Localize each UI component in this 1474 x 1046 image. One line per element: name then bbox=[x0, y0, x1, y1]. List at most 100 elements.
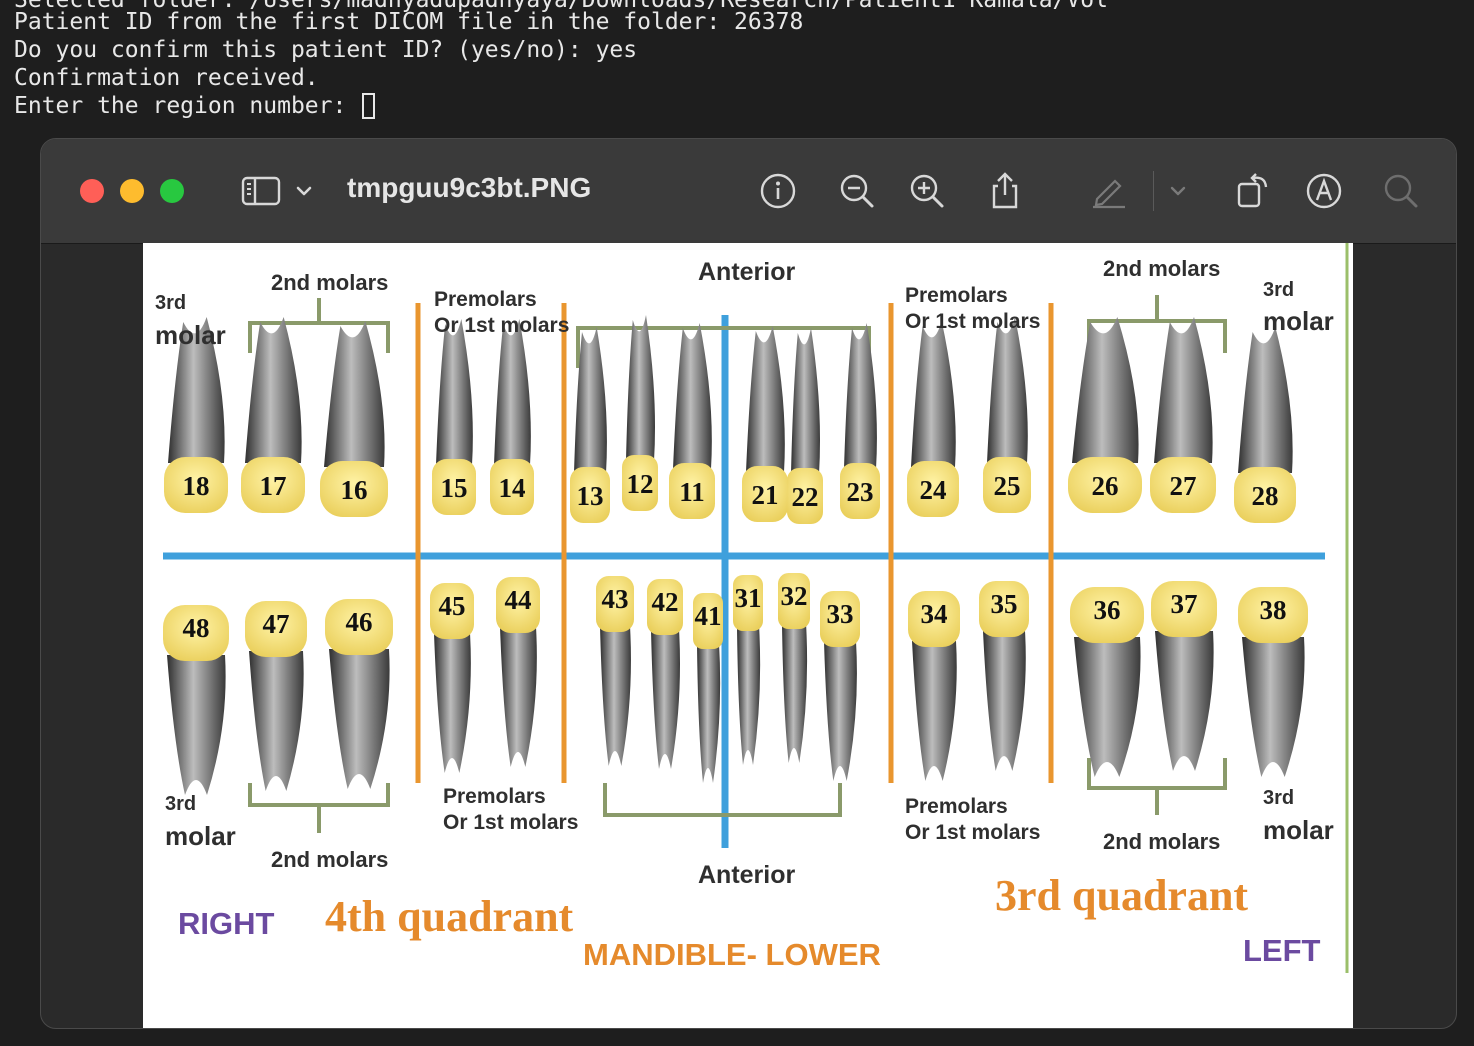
tooth-root bbox=[245, 317, 302, 463]
tooth-number: 42 bbox=[652, 587, 679, 617]
tooth-number: 44 bbox=[505, 585, 532, 615]
tooth-lower-31: 31 bbox=[733, 575, 763, 765]
tooth-number: 47 bbox=[263, 609, 290, 639]
tooth-number: 21 bbox=[752, 480, 779, 510]
label-lower-premolars-left-a: Premolars bbox=[905, 795, 1008, 818]
close-button[interactable] bbox=[80, 179, 104, 203]
tooth-upper-28: 28 bbox=[1234, 327, 1296, 523]
label-upper-right-molar3-b: molar bbox=[155, 320, 226, 350]
tooth-number: 14 bbox=[499, 473, 526, 503]
tooth-root bbox=[1242, 637, 1305, 777]
tooth-number: 27 bbox=[1170, 471, 1197, 501]
tooth-number: 46 bbox=[346, 607, 373, 637]
tooth-number: 18 bbox=[183, 471, 210, 501]
toolbar-separator bbox=[1153, 171, 1154, 211]
tooth-lower-43: 43 bbox=[596, 576, 634, 766]
tooth-root bbox=[673, 323, 712, 469]
terminal-line-received: Confirmation received. bbox=[14, 65, 319, 91]
tooth-lower-42: 42 bbox=[647, 579, 683, 769]
label-upper-right-molar2: 2nd molars bbox=[271, 270, 388, 295]
info-icon[interactable] bbox=[756, 169, 800, 213]
rotate-icon[interactable] bbox=[1231, 169, 1275, 213]
tooth-number: 16 bbox=[341, 475, 368, 505]
tooth-number: 41 bbox=[695, 601, 722, 631]
tooth-lower-32: 32 bbox=[778, 573, 810, 763]
annotate-icon[interactable] bbox=[1302, 169, 1346, 213]
tooth-number: 15 bbox=[441, 473, 468, 503]
tooth-number: 33 bbox=[827, 599, 854, 629]
chevron-down-icon[interactable] bbox=[291, 169, 317, 213]
tooth-lower-38: 38 bbox=[1238, 587, 1308, 777]
tooth-number: 38 bbox=[1260, 595, 1287, 625]
tooth-upper-27: 27 bbox=[1150, 317, 1216, 513]
tooth-number: 11 bbox=[679, 477, 705, 507]
tooth-root bbox=[844, 323, 877, 469]
image-canvas[interactable]: 18 17 16 15 14 13 12 11 21 22 23 24 25 26 27 28 48 47 46 45… bbox=[143, 243, 1353, 1028]
tooth-root bbox=[697, 643, 721, 783]
markup-pen-icon[interactable] bbox=[1087, 169, 1131, 213]
zoom-in-icon[interactable] bbox=[905, 169, 949, 213]
tooth-lower-47: 47 bbox=[245, 601, 307, 791]
label-upper-premolars-right-a: Premolars bbox=[434, 288, 537, 311]
label-4th-quadrant: 4th quadrant bbox=[325, 892, 574, 941]
tooth-upper-15: 15 bbox=[432, 319, 476, 515]
tooth-number: 22 bbox=[792, 482, 819, 512]
tooth-number: 24 bbox=[920, 475, 947, 505]
tooth-upper-22: 22 bbox=[787, 328, 823, 524]
title-bar[interactable]: tmpguu9c3bt.PNG bbox=[41, 139, 1456, 244]
tooth-root bbox=[987, 317, 1028, 463]
minimize-button[interactable] bbox=[120, 179, 144, 203]
zoom-button[interactable] bbox=[160, 179, 184, 203]
terminal-line-confirm: Do you confirm this patient ID? (yes/no)… bbox=[14, 37, 638, 63]
tooth-number: 37 bbox=[1171, 589, 1198, 619]
label-right: RIGHT bbox=[178, 906, 275, 941]
tooth-root bbox=[651, 629, 680, 769]
tooth-number: 25 bbox=[994, 471, 1021, 501]
share-icon[interactable] bbox=[983, 169, 1027, 213]
tooth-root bbox=[782, 623, 808, 763]
tooth-number: 28 bbox=[1252, 481, 1279, 511]
label-lower-right-molar3-a: 3rd bbox=[165, 793, 196, 815]
label-lower-anterior: Anterior bbox=[698, 861, 796, 889]
tooth-lower-34: 34 bbox=[908, 591, 960, 781]
tooth-number: 48 bbox=[183, 613, 210, 643]
tooth-number: 34 bbox=[921, 599, 948, 629]
terminal: Selected folder: /Users/madhyadupadhyaya… bbox=[0, 0, 1474, 140]
tooth-number: 43 bbox=[602, 584, 629, 614]
label-upper-premolars-left-a: Premolars bbox=[905, 284, 1008, 307]
tooth-number: 26 bbox=[1092, 471, 1119, 501]
tooth-upper-11: 11 bbox=[669, 323, 715, 519]
tooth-root bbox=[911, 321, 956, 467]
tooth-root bbox=[167, 655, 226, 795]
zoom-out-icon[interactable] bbox=[835, 169, 879, 213]
bracket bbox=[248, 783, 390, 833]
label-lower-left-molar3-b: molar bbox=[1263, 815, 1334, 845]
tooth-upper-23: 23 bbox=[840, 323, 880, 519]
tooth-lower-44: 44 bbox=[496, 577, 540, 767]
search-icon[interactable] bbox=[1379, 169, 1423, 213]
label-left: LEFT bbox=[1243, 933, 1321, 968]
label-lower-premolars-left-b: Or 1st molars bbox=[905, 821, 1040, 844]
tooth-root bbox=[791, 328, 820, 474]
tooth-upper-25: 25 bbox=[983, 317, 1031, 513]
tooth-root bbox=[600, 626, 631, 766]
chevron-down-icon[interactable] bbox=[1165, 169, 1191, 213]
tooth-upper-16: 16 bbox=[320, 321, 388, 517]
tooth-lower-36: 36 bbox=[1070, 587, 1144, 777]
tooth-root bbox=[1238, 327, 1293, 473]
tooth-root bbox=[983, 631, 1026, 771]
terminal-cursor[interactable] bbox=[362, 93, 376, 119]
sidebar-icon[interactable] bbox=[239, 169, 283, 213]
tooth-lower-33: 33 bbox=[820, 591, 860, 781]
tooth-lower-46: 46 bbox=[325, 599, 393, 789]
label-lower-premolars-right-a: Premolars bbox=[443, 785, 546, 808]
tooth-chart-image: 18 17 16 15 14 13 12 11 21 22 23 24 25 26 27 28 48 47 46 45… bbox=[155, 243, 1349, 973]
terminal-prompt[interactable]: Enter the region number: bbox=[14, 92, 376, 120]
tooth-number: 12 bbox=[627, 469, 654, 499]
tooth-number: 45 bbox=[439, 591, 466, 621]
tooth-lower-41: 41 bbox=[693, 593, 723, 783]
label-lower-left-molar3-a: 3rd bbox=[1263, 787, 1294, 809]
tooth-upper-26: 26 bbox=[1068, 317, 1142, 513]
tooth-number: 35 bbox=[991, 589, 1018, 619]
tooth-upper-24: 24 bbox=[907, 321, 959, 517]
